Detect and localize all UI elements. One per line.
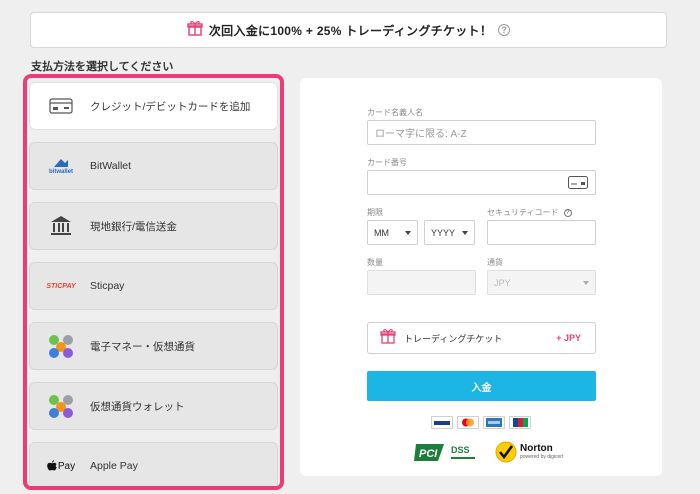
sticpay-logo: STICPAY xyxy=(44,271,78,301)
cvv-input[interactable] xyxy=(487,220,596,245)
method-apple-pay[interactable]: Pay Apple Pay xyxy=(29,442,278,486)
trading-ticket-toggle[interactable]: トレーディングチケット + JPY xyxy=(367,322,596,354)
promo-text: 次回入金に100% + 25% トレーディングチケット！ xyxy=(208,23,493,38)
promo-banner: 次回入金に100% + 25% トレーディングチケット！ ? xyxy=(30,12,667,48)
accepted-cards xyxy=(431,416,531,429)
svg-text:PCI: PCI xyxy=(419,448,438,460)
apple-pay-logo-text: Pay xyxy=(57,460,76,472)
norton-text: Norton xyxy=(520,443,553,454)
method-label: 電子マネー・仮想通貨 xyxy=(90,340,195,353)
method-label: クレジット/デビットカードを追加 xyxy=(90,100,251,113)
payment-method-list: クレジット/デビットカードを追加 bitwallet BitWallet 現地銀… xyxy=(23,74,284,490)
help-icon[interactable]: ? xyxy=(563,208,572,217)
ticket-label: トレーディングチケット xyxy=(404,333,503,344)
bitwallet-logo: bitwallet xyxy=(44,151,78,181)
amex-logo xyxy=(483,416,505,429)
card-number-label: カード番号 xyxy=(367,158,407,167)
crypto-coins-icon xyxy=(44,391,78,421)
cvv-label-text: セキュリティコード xyxy=(487,208,559,217)
chevron-down-icon xyxy=(462,231,468,235)
expiry-month-value: MM xyxy=(374,227,389,238)
section-title: 支払方法を選択してください xyxy=(31,61,174,73)
method-credit-card[interactable]: クレジット/デビットカードを追加 xyxy=(29,82,278,130)
currency-label: 通貨 xyxy=(487,258,503,267)
gift-icon xyxy=(187,20,203,41)
quantity-input xyxy=(367,270,476,295)
credit-card-icon xyxy=(568,176,588,192)
credit-card-icon xyxy=(44,91,78,121)
chevron-down-icon xyxy=(583,281,589,285)
norton-badge: Norton powered by digicert xyxy=(495,441,563,463)
expiry-year-select[interactable]: YYYY xyxy=(424,220,475,245)
visa-logo xyxy=(431,416,453,429)
cardholder-label: カード名義人名 xyxy=(367,108,423,117)
mastercard-logo xyxy=(457,416,479,429)
bitwallet-logo-text: bitwallet xyxy=(48,169,73,175)
deposit-button[interactable]: 入金 xyxy=(367,371,596,401)
chevron-down-icon xyxy=(405,231,411,235)
help-icon[interactable]: ? xyxy=(498,24,511,36)
sticpay-logo-text: STICPAY xyxy=(46,282,76,290)
currency-select: JPY xyxy=(487,270,596,295)
method-e-money-crypto[interactable]: 電子マネー・仮想通貨 xyxy=(29,322,278,370)
pci-dss-badge: PCI DSS xyxy=(414,441,475,463)
bank-icon xyxy=(44,211,78,241)
method-label: 現地銀行/電信送金 xyxy=(90,220,177,233)
currency-value: JPY xyxy=(494,277,511,288)
apple-pay-logo: Pay xyxy=(44,451,78,481)
card-number-input[interactable] xyxy=(367,170,596,195)
method-label: Apple Pay xyxy=(90,460,138,472)
ticket-amount: + JPY xyxy=(556,333,581,343)
jcb-logo xyxy=(509,416,531,429)
method-label: BitWallet xyxy=(90,160,132,172)
cvv-label: セキュリティコード ? xyxy=(487,207,572,218)
method-sticpay[interactable]: STICPAY Sticpay xyxy=(29,262,278,310)
cardholder-input[interactable]: ローマ字に限る: A-Z xyxy=(367,120,596,145)
method-bitwallet[interactable]: bitwallet BitWallet xyxy=(29,142,278,190)
method-bank-transfer[interactable]: 現地銀行/電信送金 xyxy=(29,202,278,250)
method-label: Sticpay xyxy=(90,280,125,292)
norton-subtext: powered by digicert xyxy=(520,454,564,460)
expiry-label: 期限 xyxy=(367,208,383,217)
quantity-label: 数量 xyxy=(367,258,383,267)
method-label: 仮想通貨ウォレット xyxy=(90,400,185,413)
pci-dss-text: DSS xyxy=(451,444,470,455)
gift-icon xyxy=(380,328,396,349)
cardholder-placeholder: ローマ字に限る: A-Z xyxy=(375,129,467,140)
method-crypto-wallet[interactable]: 仮想通貨ウォレット xyxy=(29,382,278,430)
expiry-year-value: YYYY xyxy=(431,227,456,238)
expiry-month-select[interactable]: MM xyxy=(367,220,418,245)
crypto-coins-icon xyxy=(44,331,78,361)
